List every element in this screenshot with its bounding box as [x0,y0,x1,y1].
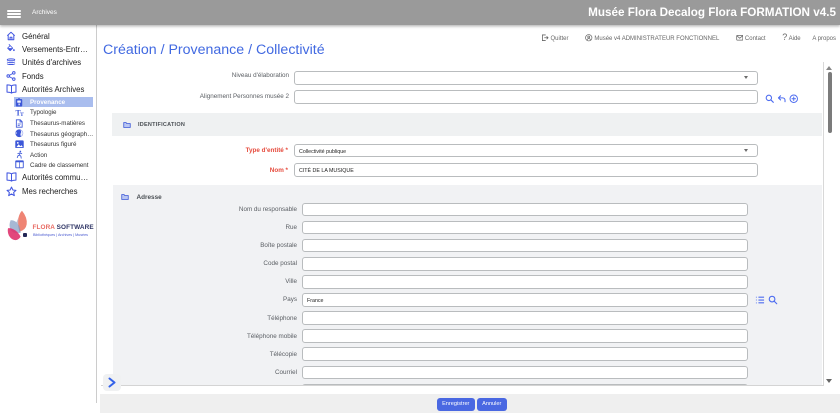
svg-text:T: T [20,112,24,117]
